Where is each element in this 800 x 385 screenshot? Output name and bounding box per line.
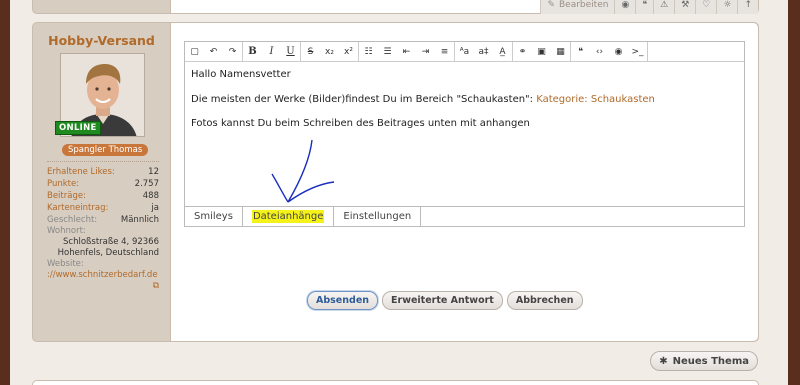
stat-row: Erhaltene Likes: 12 <box>47 166 159 178</box>
new-thread-button[interactable]: ✱ Neues Thema <box>650 351 758 371</box>
toolbar-group-extra: ❝ ‹› ◉ >_ <box>571 42 648 61</box>
cancel-button[interactable]: Abbrechen <box>506 291 583 310</box>
scroll-top-button[interactable]: ↑ <box>737 0 758 14</box>
editor-line: Hallo Namensvetter <box>191 69 291 80</box>
italic-icon[interactable]: I <box>262 42 281 61</box>
real-name-badge: Spangler Thomas <box>62 144 149 156</box>
like-button[interactable]: ♡ <box>695 0 717 14</box>
location-block: Wohnort: Schloßstraße 4, 92366 Hohenfels… <box>47 226 159 259</box>
location-value: Schloßstraße 4, 92366 Hohenfels, Deutsch… <box>57 237 159 258</box>
code-icon[interactable]: ‹› <box>590 42 609 61</box>
quote-button[interactable]: ❝ <box>635 0 654 14</box>
subscript-icon[interactable]: x₂ <box>320 42 339 61</box>
bold-icon[interactable]: B <box>243 42 262 61</box>
pencil-icon: ✎ <box>547 0 555 10</box>
hammer-icon: ⚒ <box>681 0 690 10</box>
edit-button[interactable]: ✎ Bearbeiten <box>540 0 615 14</box>
stat-row: Punkte: 2.757 <box>47 178 159 190</box>
toolbar-group-font: ᴬa a‡ A̲ <box>455 42 513 61</box>
editor-toolbar: ▢ ↶ ↷ B I U S x₂ x² ☷ ☰ ⇤ ⇥ ≡ ᴬa a‡ A̲ ⚭… <box>185 42 744 62</box>
quote-icon: ❝ <box>642 0 648 10</box>
warning-icon: ⚠ <box>660 0 669 10</box>
tab-settings[interactable]: Einstellungen <box>334 207 422 226</box>
quote-icon[interactable]: ❝ <box>571 42 590 61</box>
external-link-icon[interactable]: ⧉ <box>47 281 159 292</box>
strikethrough-icon[interactable]: S <box>301 42 320 61</box>
align-icon[interactable]: ≡ <box>435 42 454 61</box>
tab-attachments-label: Dateianhänge <box>251 210 325 223</box>
outdent-icon[interactable]: ⇤ <box>397 42 416 61</box>
previous-post: ✎ Bearbeiten ◉ ❝ ⚠ ⚒ ♡ ☼ ↑ <box>32 0 759 14</box>
report-button[interactable]: ⚠ <box>653 0 675 14</box>
stat-label[interactable]: Karteneintrag: <box>47 202 108 214</box>
lightbulb-icon: ☼ <box>723 0 732 10</box>
post-action-bar: ✎ Bearbeiten ◉ ❝ ⚠ ⚒ ♡ ☼ ↑ <box>540 0 758 14</box>
category-link[interactable]: Kategorie: Schaukasten <box>536 94 655 105</box>
online-badge: ONLINE <box>55 121 101 135</box>
image-icon[interactable]: ▣ <box>532 42 551 61</box>
superscript-icon[interactable]: x² <box>339 42 358 61</box>
submit-button[interactable]: Absenden <box>307 291 379 310</box>
username[interactable]: Hobby-Versand <box>33 33 170 48</box>
font-color-icon[interactable]: A̲ <box>493 42 512 61</box>
stat-value: ja <box>151 203 159 213</box>
toolbar-group-source: ▢ ↶ ↷ <box>185 42 243 61</box>
editor-line: Fotos kannst Du beim Schreiben des Beitr… <box>191 118 530 129</box>
stat-row: Karteneintrag: ja <box>47 202 159 214</box>
stat-label[interactable]: Erhaltene Likes: <box>47 166 115 178</box>
location-label: Wohnort: <box>47 226 86 236</box>
source-mode-icon[interactable]: ▢ <box>185 42 204 61</box>
website-label: Website: <box>47 259 84 269</box>
editor-line-text: Die meisten der Werke (Bilder)findest Du… <box>191 93 537 105</box>
toolbar-group-insert: ⚭ ▣ ▦ <box>513 42 571 61</box>
stat-label: Geschlecht: <box>47 215 98 225</box>
helpful-button[interactable]: ☼ <box>716 0 738 14</box>
stat-row: Geschlecht: Männlich <box>47 214 159 226</box>
toolbar-group-script: S x₂ x² <box>301 42 359 61</box>
stat-value: Männlich <box>120 215 159 225</box>
redo-icon[interactable]: ↷ <box>223 42 242 61</box>
globe-icon: ◉ <box>621 0 630 10</box>
toolbar-group-lists: ☷ ☰ ⇤ ⇥ ≡ <box>359 42 455 61</box>
stat-label[interactable]: Punkte: <box>47 178 79 190</box>
tab-smileys[interactable]: Smileys <box>185 207 243 226</box>
stat-value: 12 <box>148 167 159 177</box>
underline-icon[interactable]: U <box>281 42 300 61</box>
editor-text-area[interactable]: Hallo Namensvetter Die meisten der Werke… <box>185 62 744 150</box>
website-block: Website: ://www.schnitzerbedarf.de ⧉ <box>47 259 159 292</box>
website-link[interactable]: ://www.schnitzerbedarf.de <box>47 270 159 281</box>
undo-icon[interactable]: ↶ <box>204 42 223 61</box>
bullet-list-icon[interactable]: ☰ <box>378 42 397 61</box>
extended-reply-button[interactable]: Erweiterte Antwort <box>382 291 503 310</box>
toolbar-group-format: B I U <box>243 42 301 61</box>
asterisk-icon: ✱ <box>659 355 668 367</box>
editor-tabs: Smileys Dateianhänge Einstellungen <box>184 206 745 227</box>
stat-value: 2.757 <box>134 179 159 189</box>
next-post <box>32 380 759 385</box>
stat-label[interactable]: Beiträge: <box>47 190 86 202</box>
numbered-list-icon[interactable]: ☷ <box>359 42 378 61</box>
user-stats: Erhaltene Likes: 12 Punkte: 2.757 Beiträ… <box>47 166 159 292</box>
spoiler-icon[interactable]: ◉ <box>609 42 628 61</box>
annotation-arrow <box>271 139 335 203</box>
sidebar-divider <box>47 161 159 162</box>
form-button-bar: Absenden Erweiterte Antwort Abbrechen <box>307 291 583 310</box>
thumbs-up-icon: ♡ <box>702 0 711 10</box>
tab-attachments[interactable]: Dateianhänge <box>243 207 335 226</box>
indent-icon[interactable]: ⇥ <box>416 42 435 61</box>
arrow-up-icon: ↑ <box>744 0 752 10</box>
stat-value: 488 <box>142 191 159 201</box>
table-icon[interactable]: ▦ <box>551 42 570 61</box>
editor-line: Die meisten der Werke (Bilder)findest Du… <box>191 94 738 106</box>
moderate-button[interactable]: ⚒ <box>674 0 696 14</box>
stat-row: Beiträge: 488 <box>47 190 159 202</box>
terminal-icon[interactable]: >_ <box>628 42 647 61</box>
font-size-icon[interactable]: a‡ <box>474 42 493 61</box>
new-thread-label: Neues Thema <box>672 355 749 367</box>
font-family-icon[interactable]: ᴬa <box>455 42 474 61</box>
share-button[interactable]: ◉ <box>614 0 636 14</box>
link-icon[interactable]: ⚭ <box>513 42 532 61</box>
